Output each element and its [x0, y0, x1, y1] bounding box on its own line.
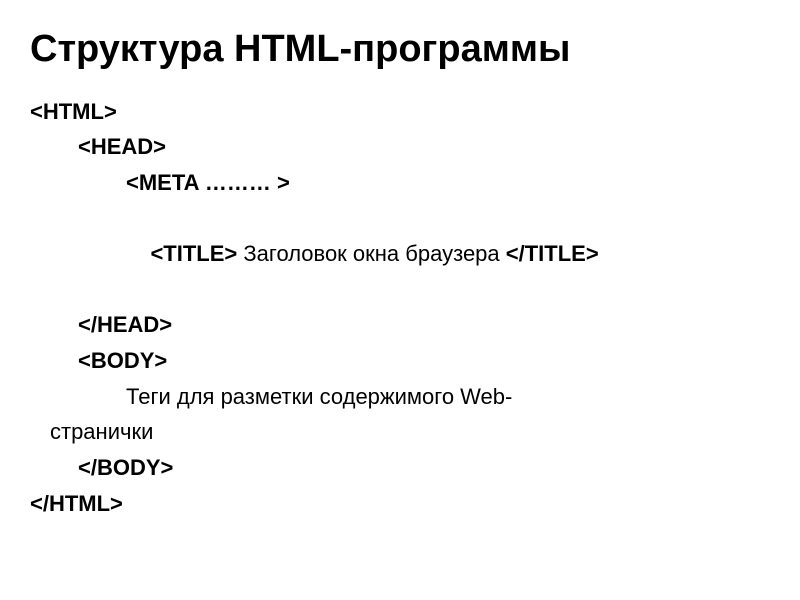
tag-head-open: <HEAD> [30, 129, 770, 165]
tag-head-close: </HEAD> [30, 307, 770, 343]
tag-body-close: </BODY> [30, 450, 770, 486]
slide-title: Структура HTML-программы [30, 28, 770, 72]
body-text-line1: Теги для разметки содержимого Web- [30, 379, 770, 415]
body-text-line2: странички [30, 414, 770, 450]
tag-meta: <META ……… > [30, 165, 770, 201]
tag-title-line: <TITLE> Заголовок окна браузера </TITLE> [30, 201, 770, 308]
code-structure: <HTML> <HEAD> <META ……… > <TITLE> Заголо… [30, 94, 770, 522]
tag-title-close: </TITLE> [506, 241, 599, 266]
tag-html-open: <HTML> [30, 94, 770, 130]
tag-title-open: <TITLE> [150, 241, 243, 266]
tag-html-close: </HTML> [30, 486, 770, 522]
tag-body-open: <BODY> [30, 343, 770, 379]
title-text: Заголовок окна браузера [243, 241, 505, 266]
